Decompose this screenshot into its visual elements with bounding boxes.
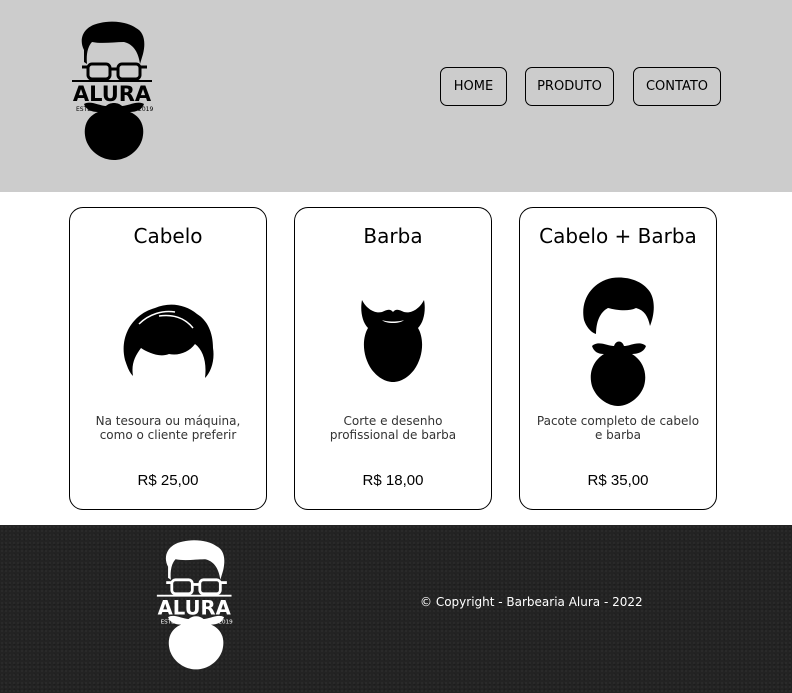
card-description: Na tesoura ou máquina, como o cliente pr… xyxy=(95,414,241,442)
copyright-text: © Copyright - Barbearia Alura - 2022 xyxy=(420,595,643,609)
card-title: Cabelo xyxy=(133,224,203,248)
logo-estd: ESTD xyxy=(76,106,92,113)
product-card-cabelo[interactable]: Cabelo Na tesoura ou máquina, como o cli… xyxy=(69,207,267,510)
hair-icon xyxy=(70,300,266,380)
card-description: Pacote completo de cabelo e barba xyxy=(536,414,700,442)
beard-icon xyxy=(295,298,491,382)
product-card-cabelo-barba[interactable]: Cabelo + Barba Pacote completo de cabelo… xyxy=(519,207,717,510)
barbearia-alura-footer-logo: ALURA ESTD 2019 xyxy=(156,540,233,670)
nav-contato-button[interactable]: CONTATO xyxy=(633,67,721,106)
card-price: R$ 35,00 xyxy=(587,472,649,489)
site-header: ALURA ESTD 2019 HOME PRODUTO CONTATO xyxy=(0,0,792,192)
main-nav: HOME PRODUTO CONTATO xyxy=(0,67,792,107)
site-footer: ALURA ESTD 2019 © Copyright - Barbearia … xyxy=(0,525,792,693)
card-price: R$ 25,00 xyxy=(137,472,199,489)
footer-logo-text: ALURA xyxy=(158,596,232,619)
nav-home-button[interactable]: HOME xyxy=(440,67,507,106)
product-card-barba[interactable]: Barba Corte e desenho profissional de ba… xyxy=(294,207,492,510)
card-price: R$ 18,00 xyxy=(362,472,424,489)
card-title: Barba xyxy=(363,224,423,248)
card-description: Corte e desenho profissional de barba xyxy=(329,414,457,442)
card-title: Cabelo + Barba xyxy=(539,224,697,248)
logo-year: 2019 xyxy=(138,106,153,113)
hair-beard-icon xyxy=(520,276,716,406)
footer-logo-estd: ESTD xyxy=(161,620,176,626)
nav-produto-button[interactable]: PRODUTO xyxy=(525,67,614,106)
footer-logo-year: 2019 xyxy=(218,620,233,626)
